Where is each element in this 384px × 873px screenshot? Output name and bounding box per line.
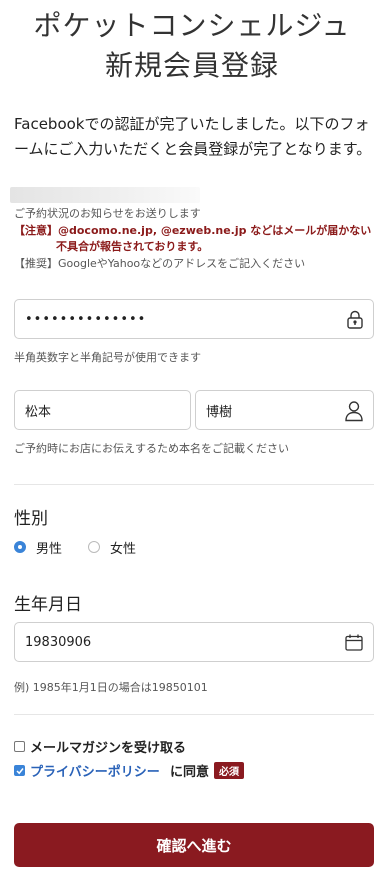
last-name-value: 松本 <box>25 404 52 420</box>
caution-text: @docomo.ne.jp, @ezweb.ne.jp などはメールが届かない <box>58 224 372 237</box>
page-title: 新規会員登録 <box>104 49 279 82</box>
birthday-value: 19830906 <box>25 634 92 650</box>
gender-option-female[interactable]: 女性 <box>88 538 158 557</box>
app-title: ポケットコンシェルジュ <box>33 9 351 42</box>
first-name-field[interactable]: 博樹 <box>195 390 374 430</box>
birthday-help: 例) 1985年1月1日の場合は19850101 <box>14 681 208 694</box>
confirm-button[interactable]: 確認へ進む <box>14 823 374 867</box>
newsletter-option[interactable]: メールマガジンを受け取る <box>14 737 274 756</box>
gender-option-male[interactable]: 男性 <box>14 538 84 557</box>
email-field[interactable] <box>10 187 200 203</box>
checkmark-icon <box>16 768 24 775</box>
gender-option-label: 女性 <box>110 542 137 557</box>
newsletter-checkbox[interactable] <box>14 741 25 752</box>
newsletter-label: メールマガジンを受け取る <box>30 741 187 756</box>
password-help: 半角英数字と半角記号が使用できます <box>14 351 201 364</box>
person-icon <box>345 401 363 422</box>
caution-note: 【注意】@docomo.ne.jp, @ezweb.ne.jp などはメールが届… <box>14 223 371 239</box>
privacy-policy-link[interactable]: プライバシーポリシー <box>30 761 160 780</box>
first-name-value: 博樹 <box>206 404 233 420</box>
gender-option-label: 男性 <box>36 542 63 557</box>
last-name-field[interactable]: 松本 <box>14 390 191 430</box>
password-field[interactable]: •••••••••••••• <box>14 299 374 339</box>
lock-icon <box>347 310 363 329</box>
privacy-suffix: に同意 <box>170 765 210 780</box>
birthday-label: 生年月日 <box>14 595 82 615</box>
recommend-prefix: 【推奨】 <box>14 257 58 270</box>
intro-text: Facebookでの認証が完了いたしました。以下のフォームにご入力いただくと会員… <box>14 115 372 158</box>
email-notice: ご予約状況のお知らせをお送りします <box>14 207 201 220</box>
password-value: •••••••••••••• <box>25 311 147 327</box>
divider <box>14 714 374 715</box>
recommend-note: 【推奨】GoogleやYahooなどのアドレスをご記入ください <box>14 256 305 272</box>
radio-unselected-icon[interactable] <box>88 541 100 553</box>
recommend-text: GoogleやYahooなどのアドレスをご記入ください <box>58 257 306 270</box>
required-badge: 必須 <box>214 762 244 779</box>
radio-selected-icon[interactable] <box>14 541 26 553</box>
name-help: ご予約時にお店にお伝えするため本名をご記載ください <box>14 442 289 455</box>
privacy-checkbox[interactable] <box>14 765 25 776</box>
calendar-icon[interactable] <box>345 634 363 651</box>
privacy-option[interactable]: プライバシーポリシー に同意 必須 <box>14 761 274 781</box>
divider <box>14 484 374 485</box>
birthday-field[interactable]: 19830906 <box>14 622 374 662</box>
caution-note-line2: 不具合が報告されております。 <box>56 240 209 253</box>
caution-prefix: 【注意】 <box>14 224 58 237</box>
gender-label: 性別 <box>14 509 48 529</box>
